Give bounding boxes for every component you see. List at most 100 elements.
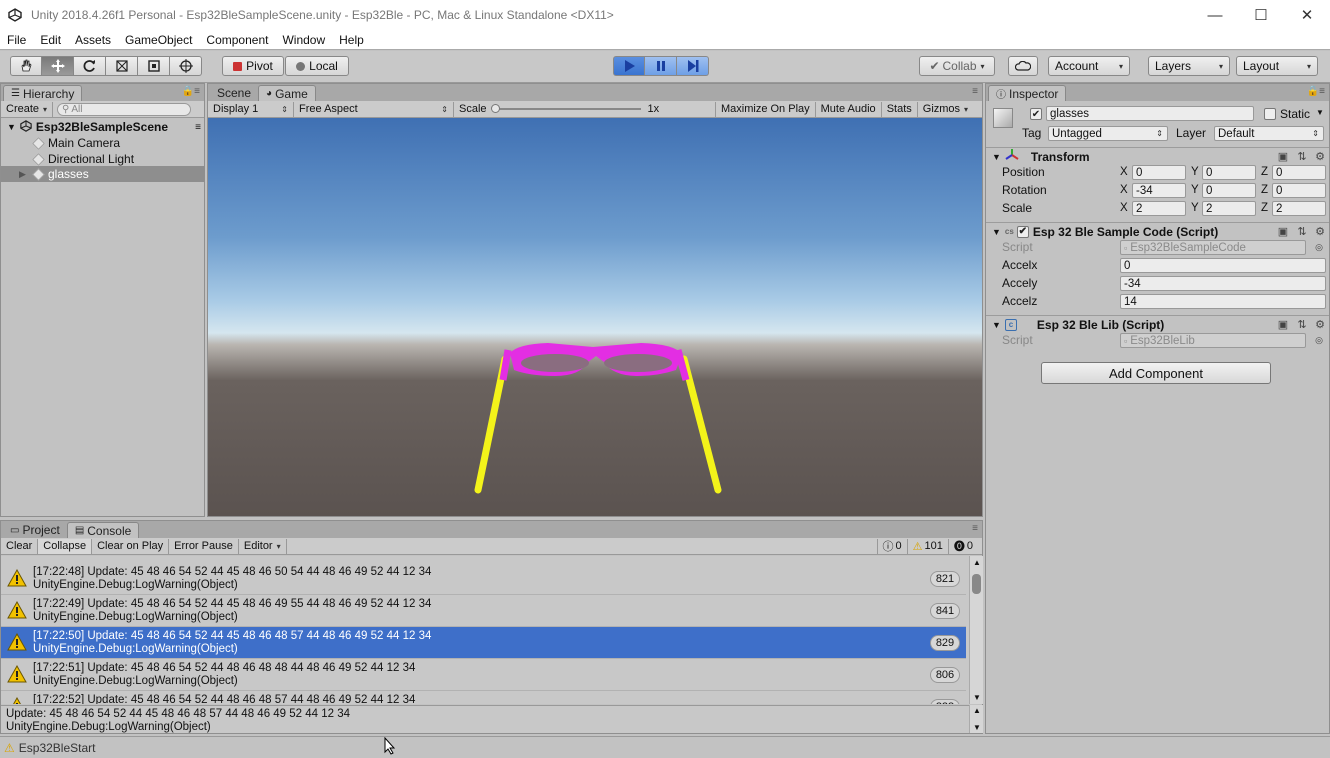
console-row[interactable]: [17:22:48] Update: 45 48 46 54 52 44 45 …	[1, 563, 966, 595]
chevron-down-icon[interactable]: ▼	[1316, 108, 1324, 117]
display-dropdown[interactable]: Display 1 ⇕	[208, 101, 294, 117]
menu-assets[interactable]: Assets	[68, 33, 118, 47]
panel-menu-icon[interactable]: ≡	[972, 523, 978, 534]
hierarchy-item-main-camera[interactable]: Main Camera	[1, 135, 205, 151]
scroll-thumb[interactable]	[972, 574, 981, 594]
scene-root[interactable]: ▼ Esp32BleSampleScene ≡	[1, 119, 205, 135]
local-toggle-button[interactable]: Local	[285, 56, 349, 76]
rotation-x-field[interactable]: -34	[1132, 183, 1186, 198]
play-button[interactable]	[613, 56, 645, 76]
scroll-down-icon[interactable]: ▼	[973, 693, 981, 702]
scale-slider[interactable]: Scale 1x	[454, 101, 716, 117]
menu-window[interactable]: Window	[275, 33, 332, 47]
menu-gameobject[interactable]: GameObject	[118, 33, 199, 47]
scene-menu-icon[interactable]: ≡	[195, 122, 201, 133]
detail-scrollbar[interactable]: ▲ ▼	[969, 705, 983, 733]
position-z-field[interactable]: 0	[1272, 165, 1326, 180]
position-x-field[interactable]: 0	[1132, 165, 1186, 180]
scale-thumb[interactable]	[490, 104, 500, 113]
game-viewport[interactable]	[208, 118, 982, 516]
hierarchy-search-input[interactable]: ⚲ All	[57, 102, 192, 116]
collapse-arrow-icon[interactable]: ▼	[992, 227, 1001, 237]
rotate-tool-icon[interactable]	[74, 56, 106, 76]
reference-icon[interactable]: ▣	[1276, 149, 1290, 163]
cloud-button[interactable]	[1008, 56, 1038, 76]
error-count-toggle[interactable]: ⓿ 0	[949, 539, 978, 554]
transform-tool-icon[interactable]	[170, 56, 202, 76]
scroll-down-icon[interactable]: ▼	[973, 723, 981, 732]
layers-dropdown[interactable]: Layers ▾	[1148, 56, 1230, 76]
add-component-button[interactable]: Add Component	[1041, 362, 1271, 384]
hierarchy-item-glasses[interactable]: ▶ glasses	[1, 166, 205, 182]
gear-icon[interactable]: ⚙	[1313, 224, 1327, 238]
preset-icon[interactable]: ⇅	[1295, 224, 1309, 238]
accely-field[interactable]: -34	[1120, 276, 1326, 291]
tab-hierarchy[interactable]: ☰ Hierarchy	[3, 85, 83, 101]
reference-icon[interactable]: ▣	[1276, 224, 1290, 238]
scroll-up-icon[interactable]: ▲	[973, 558, 981, 567]
preset-icon[interactable]: ⇅	[1295, 317, 1309, 331]
reference-icon[interactable]: ▣	[1276, 317, 1290, 331]
info-count-toggle[interactable]: ⓘ 0	[876, 538, 908, 554]
component-enabled-checkbox[interactable]: ✔	[1016, 225, 1029, 238]
console-row[interactable]: [17:22:49] Update: 45 48 46 54 52 44 45 …	[1, 595, 966, 627]
aspect-dropdown[interactable]: Free Aspect ⇕	[294, 101, 454, 117]
pivot-toggle-button[interactable]: Pivot	[222, 56, 284, 76]
expand-arrow-icon[interactable]: ▶	[19, 169, 26, 180]
static-checkbox[interactable]	[1264, 108, 1276, 120]
layer-dropdown[interactable]: Default ⇕	[1214, 126, 1324, 141]
create-dropdown[interactable]: Create ▾	[1, 101, 54, 117]
active-checkbox[interactable]: ✔	[1030, 108, 1042, 120]
object-picker-icon[interactable]: ◎	[1312, 333, 1326, 347]
hierarchy-item-directional-light[interactable]: Directional Light	[1, 151, 205, 167]
error-pause-toggle[interactable]: Error Pause	[169, 538, 239, 554]
collapse-arrow-icon[interactable]: ▼	[992, 320, 1001, 330]
scale-tool-icon[interactable]	[106, 56, 138, 76]
object-name-field[interactable]: glasses	[1046, 106, 1254, 121]
status-bar[interactable]: ⚠ Esp32BleStart	[0, 736, 1330, 758]
console-row[interactable]: [17:22:52] Update: 45 48 46 54 52 44 48 …	[1, 691, 966, 704]
step-button[interactable]	[677, 56, 709, 76]
tag-dropdown[interactable]: Untagged ⇕	[1048, 126, 1168, 141]
console-list[interactable]: [17:22:48] Update: 45 48 46 54 52 44 45 …	[1, 556, 969, 704]
menu-file[interactable]: File	[0, 33, 33, 47]
rect-tool-icon[interactable]	[138, 56, 170, 76]
console-row[interactable]: [17:22:51] Update: 45 48 46 54 52 44 48 …	[1, 659, 966, 691]
scroll-up-icon[interactable]: ▲	[973, 706, 981, 715]
layout-dropdown[interactable]: Layout ▾	[1236, 56, 1318, 76]
pause-button[interactable]	[645, 56, 677, 76]
accelx-field[interactable]: 0	[1120, 258, 1326, 273]
tab-inspector[interactable]: ⓘ Inspector	[988, 85, 1067, 101]
rotation-y-field[interactable]: 0	[1202, 183, 1256, 198]
console-scrollbar[interactable]: ▲ ▼	[969, 556, 983, 704]
console-row-selected[interactable]: [17:22:50] Update: 45 48 46 54 52 44 45 …	[1, 627, 966, 659]
tab-scene[interactable]: Scene	[210, 85, 258, 101]
maximize-on-play-toggle[interactable]: Maximize On Play	[716, 101, 816, 117]
tab-game[interactable]: ◕ Game	[258, 85, 316, 101]
tab-project[interactable]: ▭ Project	[3, 522, 67, 538]
collapse-toggle[interactable]: Collapse	[38, 538, 93, 554]
tab-console[interactable]: ▤ Console	[66, 522, 140, 538]
clear-on-play-toggle[interactable]: Clear on Play	[92, 538, 170, 554]
maximize-button[interactable]: ☐	[1238, 0, 1284, 30]
accelz-field[interactable]: 14	[1120, 294, 1326, 309]
clear-button[interactable]: Clear	[1, 538, 39, 554]
mute-audio-toggle[interactable]: Mute Audio	[816, 101, 882, 117]
stats-toggle[interactable]: Stats	[882, 101, 918, 117]
scale-track[interactable]	[490, 104, 641, 113]
gizmos-dropdown[interactable]: Gizmos ▾	[918, 102, 973, 117]
object-picker-icon[interactable]: ◎	[1312, 240, 1326, 254]
rotation-z-field[interactable]: 0	[1272, 183, 1326, 198]
expand-arrow-icon[interactable]: ▼	[7, 122, 16, 132]
move-tool-icon[interactable]	[42, 56, 74, 76]
lock-icon[interactable]: 🔒≡	[1307, 86, 1325, 97]
gear-icon[interactable]: ⚙	[1313, 149, 1327, 163]
menu-edit[interactable]: Edit	[33, 33, 68, 47]
menu-help[interactable]: Help	[332, 33, 371, 47]
hand-tool-icon[interactable]	[10, 56, 42, 76]
menu-component[interactable]: Component	[199, 33, 275, 47]
scale-z-field[interactable]: 2	[1272, 201, 1326, 216]
panel-menu-icon[interactable]: ≡	[972, 86, 978, 97]
minimize-button[interactable]: —	[1192, 0, 1238, 30]
close-button[interactable]: ✕	[1284, 0, 1330, 30]
